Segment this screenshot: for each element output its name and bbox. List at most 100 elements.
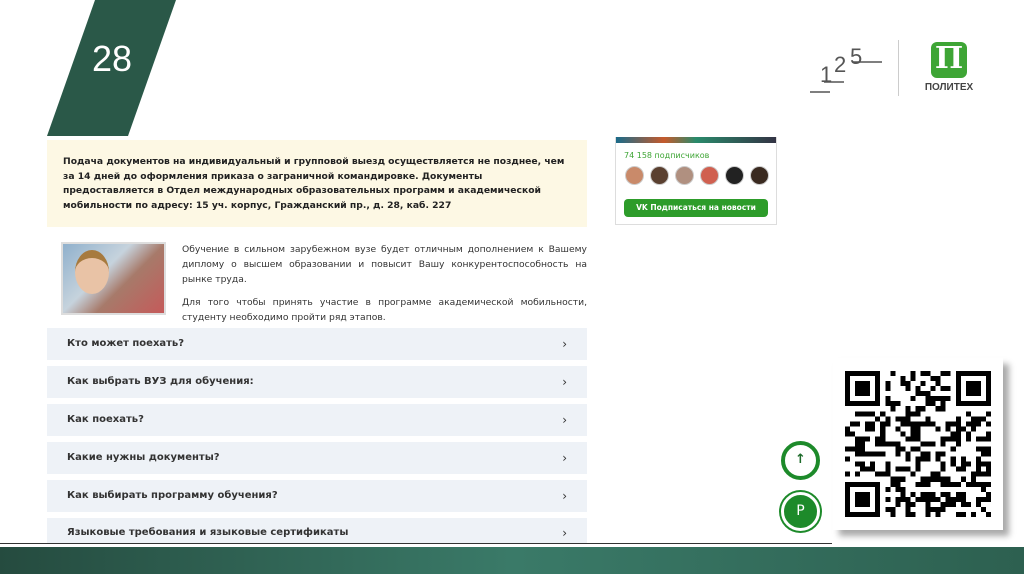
qr-module xyxy=(845,511,851,517)
qr-module xyxy=(975,401,981,407)
qr-module xyxy=(860,496,866,502)
qr-module xyxy=(920,381,926,387)
qr-module xyxy=(925,476,931,482)
qr-module xyxy=(935,476,941,482)
arrow-up-icon: ↑ xyxy=(795,452,806,467)
qr-module xyxy=(845,401,851,407)
vk-subscribe-button[interactable]: VK Подписаться на новости xyxy=(624,199,768,217)
logo-divider xyxy=(898,40,899,96)
qr-module xyxy=(985,446,991,452)
qr-module xyxy=(925,511,931,517)
scroll-up-button[interactable]: ↑ xyxy=(781,441,820,480)
qr-module xyxy=(895,496,901,502)
qr-module xyxy=(865,491,871,497)
qr-module xyxy=(955,481,961,487)
qr-module xyxy=(980,436,986,442)
qr-module xyxy=(890,401,896,407)
qr-module xyxy=(865,451,871,457)
qr-module xyxy=(965,386,971,392)
qr-module xyxy=(985,436,991,442)
qr-module xyxy=(900,486,906,492)
qr-module xyxy=(875,396,881,402)
qr-module xyxy=(910,421,916,427)
qr-module xyxy=(900,446,906,452)
qr-module xyxy=(935,396,941,402)
qr-module xyxy=(905,416,911,422)
qr-module xyxy=(925,481,931,487)
qr-module xyxy=(970,511,976,517)
qr-module xyxy=(930,476,936,482)
accordion-item[interactable]: Кто может поехать? › xyxy=(47,328,587,360)
qr-module xyxy=(875,401,881,407)
accordion-item[interactable]: Как выбирать программу обучения? › xyxy=(47,480,587,512)
qr-module xyxy=(885,421,891,427)
qr-module xyxy=(925,456,931,462)
polytech-logo: П ПОЛИТЕХ xyxy=(920,42,978,94)
qr-module xyxy=(865,481,871,487)
qr-module xyxy=(955,386,961,392)
qr-module xyxy=(915,456,921,462)
accordion-item[interactable]: Как выбрать ВУЗ для обучения: › xyxy=(47,366,587,398)
qr-module xyxy=(875,386,881,392)
qr-module xyxy=(875,451,881,457)
qr-module xyxy=(920,441,926,447)
qr-module xyxy=(940,501,946,507)
qr-module xyxy=(965,501,971,507)
qr-module xyxy=(845,446,851,452)
qr-module xyxy=(845,396,851,402)
qr-module xyxy=(885,461,891,467)
accordion-item[interactable]: Языковые требования и языковые сертифика… xyxy=(47,518,587,544)
qr-module xyxy=(890,476,896,482)
qr-module xyxy=(955,371,961,377)
qr-module xyxy=(980,471,986,477)
qr-module xyxy=(850,421,856,427)
qr-module xyxy=(855,501,861,507)
qr-module xyxy=(865,426,871,432)
qr-module xyxy=(845,481,851,487)
help-button[interactable]: P xyxy=(781,492,820,531)
qr-module xyxy=(940,476,946,482)
qr-module xyxy=(955,381,961,387)
qr-module xyxy=(965,381,971,387)
qr-module xyxy=(945,421,951,427)
chevron-right-icon: › xyxy=(562,489,567,503)
qr-module xyxy=(880,421,886,427)
qr-module xyxy=(975,471,981,477)
qr-module xyxy=(985,421,991,427)
qr-module xyxy=(955,496,961,502)
qr-module xyxy=(905,406,911,412)
accordion-label: Какие нужны документы? xyxy=(67,452,220,463)
qr-module xyxy=(845,391,851,397)
qr-module xyxy=(875,486,881,492)
qr-module xyxy=(920,496,926,502)
qr-module xyxy=(985,396,991,402)
qr-module xyxy=(945,496,951,502)
polytech-text: ПОЛИТЕХ xyxy=(924,82,974,93)
qr-module xyxy=(860,401,866,407)
qr-module xyxy=(910,411,916,417)
slide-number: 28 xyxy=(92,38,133,79)
qr-module xyxy=(860,391,866,397)
qr-module xyxy=(970,391,976,397)
qr-module xyxy=(930,386,936,392)
qr-module xyxy=(960,456,966,462)
qr-module xyxy=(885,496,891,502)
accordion-item[interactable]: Как поехать? › xyxy=(47,404,587,436)
qr-module xyxy=(925,371,931,377)
qr-module xyxy=(890,511,896,517)
qr-module xyxy=(875,391,881,397)
qr-module xyxy=(895,486,901,492)
qr-module xyxy=(940,461,946,467)
avatar xyxy=(700,166,719,185)
qr-module xyxy=(955,441,961,447)
qr-module xyxy=(845,371,851,377)
qr-module xyxy=(970,421,976,427)
qr-module xyxy=(860,386,866,392)
qr-module xyxy=(935,381,941,387)
qr-module xyxy=(985,431,991,437)
chevron-right-icon: › xyxy=(562,451,567,465)
accordion-item[interactable]: Какие нужны документы? › xyxy=(47,442,587,474)
qr-module xyxy=(955,416,961,422)
qr-module xyxy=(965,431,971,437)
qr-module xyxy=(890,481,896,487)
